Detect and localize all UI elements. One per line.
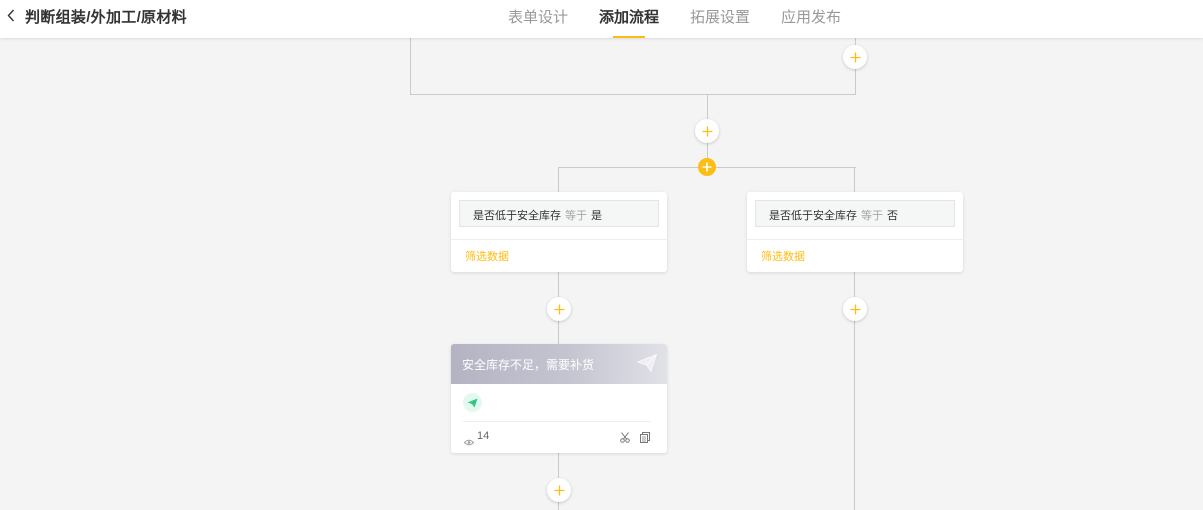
add-node-button[interactable] (547, 297, 571, 321)
add-node-button[interactable] (547, 478, 571, 502)
condition-card-right[interactable]: 是否低于安全库存 等于否 筛选数据 (747, 192, 963, 272)
connector-line (410, 94, 856, 95)
tab-extend-settings[interactable]: 拓展设置 (690, 0, 750, 38)
condition-card-left[interactable]: 是否低于安全库存 等于是 筛选数据 (451, 192, 667, 272)
top-bar: 判断组装/外加工/原材料 表单设计 添加流程 拓展设置 应用发布 (0, 0, 1203, 38)
tab-form-design[interactable]: 表单设计 (508, 0, 568, 38)
tab-bar: 表单设计 添加流程 拓展设置 应用发布 (508, 0, 872, 38)
condition-operator: 等于 (861, 210, 883, 222)
notify-node-card[interactable]: 安全库存不足，需要补货 14 (451, 344, 667, 453)
divider (747, 239, 963, 240)
condition-expression: 是否低于安全库存 等于否 (755, 200, 955, 227)
tab-app-publish[interactable]: 应用发布 (781, 0, 841, 38)
add-node-button[interactable] (695, 119, 719, 143)
condition-operator: 等于 (565, 210, 587, 222)
paper-plane-icon (636, 353, 658, 377)
divider (463, 421, 651, 422)
view-count: 14 (477, 430, 490, 442)
send-icon (463, 393, 482, 412)
condition-value: 是 (591, 210, 602, 222)
add-node-button[interactable] (843, 297, 867, 321)
filter-data-link[interactable]: 筛选数据 (761, 248, 805, 264)
condition-value: 否 (887, 210, 898, 222)
page-title: 判断组装/外加工/原材料 (25, 9, 187, 26)
filter-data-link[interactable]: 筛选数据 (465, 248, 509, 264)
connector-line (410, 38, 411, 95)
scissors-icon[interactable] (620, 430, 630, 448)
notify-node-title: 安全库存不足，需要补货 (462, 358, 595, 372)
condition-field: 是否低于安全库存 (473, 210, 561, 222)
add-node-button[interactable] (843, 45, 867, 69)
condition-field: 是否低于安全库存 (769, 210, 857, 222)
copy-icon[interactable] (640, 430, 650, 448)
condition-expression: 是否低于安全库存 等于是 (459, 200, 659, 227)
back-arrow-icon[interactable] (4, 6, 18, 24)
tab-add-flow[interactable]: 添加流程 (599, 0, 659, 38)
divider (451, 239, 667, 240)
add-branch-button[interactable] (698, 158, 716, 176)
notify-node-header: 安全库存不足，需要补货 (451, 344, 667, 384)
eye-icon (463, 433, 475, 451)
